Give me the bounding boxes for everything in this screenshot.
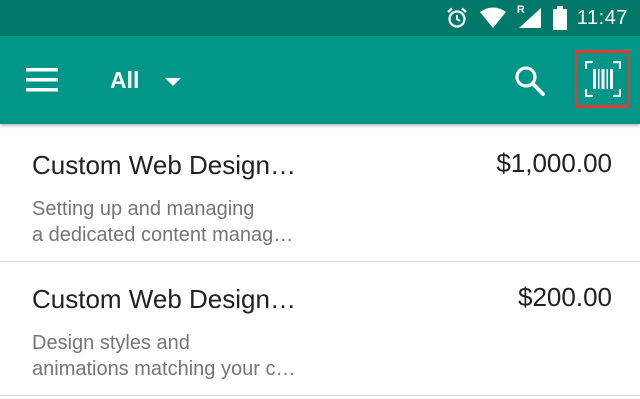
hamburger-menu-icon[interactable]: [26, 66, 60, 94]
status-time: 11:47: [576, 7, 628, 29]
item-description: Setting up and managing a dedicated cont…: [32, 196, 293, 248]
item-description: Design styles and animations matching yo…: [32, 330, 295, 382]
item-title: Custom Web Design…: [32, 284, 296, 314]
item-price: $1,000.00: [496, 148, 612, 178]
wifi-icon: [479, 7, 506, 28]
battery-icon: [552, 6, 567, 30]
signal-roaming-icon: R: [516, 4, 543, 30]
alarm-icon: [447, 7, 467, 28]
roaming-letter: R: [516, 4, 525, 16]
item-description-line: animations matching your c…: [32, 358, 296, 380]
item-price: $200.00: [518, 282, 612, 312]
list-item[interactable]: Custom Web Design… $200.00 Design styles…: [0, 262, 640, 396]
status-icons: R 11:47: [445, 4, 628, 30]
item-description-line: Setting up and managing: [32, 198, 255, 220]
barcode-scan-icon: [584, 61, 621, 97]
search-icon[interactable]: [514, 65, 546, 97]
status-bar: R 11:47: [0, 0, 640, 36]
item-title: Custom Web Design…: [32, 150, 296, 180]
dropdown-caret-icon: [165, 77, 182, 86]
list-item[interactable]: Custom Web Design… $1,000.00 Setting up …: [0, 128, 640, 262]
app-bar: All: [0, 36, 640, 124]
filter-label: All: [110, 66, 140, 93]
filter-dropdown[interactable]: All: [110, 62, 182, 98]
barcode-scan-button[interactable]: [575, 50, 630, 108]
item-description-line: Design styles and: [32, 332, 190, 354]
item-list: Custom Web Design… $1,000.00 Setting up …: [0, 128, 640, 396]
item-description-line: a dedicated content manag…: [32, 224, 294, 246]
